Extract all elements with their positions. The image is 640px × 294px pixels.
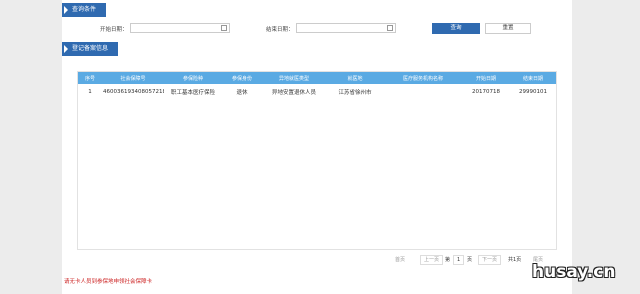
cell-end-date: 29990101 — [519, 89, 547, 95]
col-header-ssn: 社会保障号 — [120, 75, 146, 82]
col-header-identity: 参保身份 — [231, 75, 252, 82]
col-header-start-date: 开始日期 — [475, 75, 496, 82]
calendar-icon[interactable] — [387, 25, 393, 31]
query-section-title: 查询条件 — [72, 6, 97, 13]
page-prefix: 第 — [445, 257, 451, 263]
first-page-link[interactable]: 首页 — [395, 256, 405, 263]
cell-ssn: 460036193408057218 — [103, 89, 164, 95]
table-row[interactable]: 1 460036193408057218 职工基本医疗保险 退休 异地安置退休人… — [78, 84, 556, 100]
query-button[interactable]: 查询 — [432, 23, 480, 34]
cell-medical-type: 异地安置退休人员 — [271, 90, 316, 96]
col-header-location: 就医地 — [347, 75, 363, 82]
cell-start-date: 20170718 — [472, 89, 500, 95]
watermark-logo: husay.cn — [532, 262, 616, 282]
cell-index: 1 — [88, 89, 92, 95]
cell-insurance-type: 职工基本医疗保险 — [170, 90, 215, 96]
calendar-icon[interactable] — [221, 25, 227, 31]
end-date-input[interactable] — [296, 23, 396, 33]
col-header-insurance-type: 参保险种 — [182, 75, 203, 82]
col-header-medical-type: 异地就医类型 — [278, 75, 309, 82]
col-header-institution: 医疗服务机构名称 — [402, 75, 443, 82]
start-date-label: 开始日期： — [100, 27, 128, 33]
notice-text: 请无卡人员到参保地申领社会保障卡 — [64, 279, 153, 285]
page-number-input[interactable]: 1 — [453, 255, 465, 265]
page-suffix: 页 — [467, 257, 473, 263]
record-table: 序号 社会保障号 参保险种 参保身份 异地就医类型 就医地 医疗服务机构名称 开… — [77, 71, 557, 250]
query-section-header: 查询条件 — [62, 3, 107, 17]
start-date-input[interactable] — [130, 23, 230, 33]
next-page-button[interactable]: 下一页 — [478, 255, 502, 265]
cell-institution — [384, 84, 462, 100]
record-section-header: 登记备案信息 — [62, 42, 119, 56]
cell-identity: 退休 — [236, 90, 248, 96]
reset-button[interactable]: 重置 — [485, 23, 531, 34]
cell-location: 江苏省徐州市 — [338, 90, 372, 96]
table-header-row: 序号 社会保障号 参保险种 参保身份 异地就医类型 就医地 医疗服务机构名称 开… — [78, 72, 556, 84]
col-header-index: 序号 — [84, 75, 95, 82]
prev-page-button[interactable]: 上一页 — [420, 255, 444, 265]
end-date-label: 结束日期： — [266, 27, 294, 33]
record-section-title: 登记备案信息 — [72, 45, 109, 52]
total-pages: 共1页 — [508, 257, 522, 263]
col-header-end-date: 结束日期 — [522, 75, 543, 82]
